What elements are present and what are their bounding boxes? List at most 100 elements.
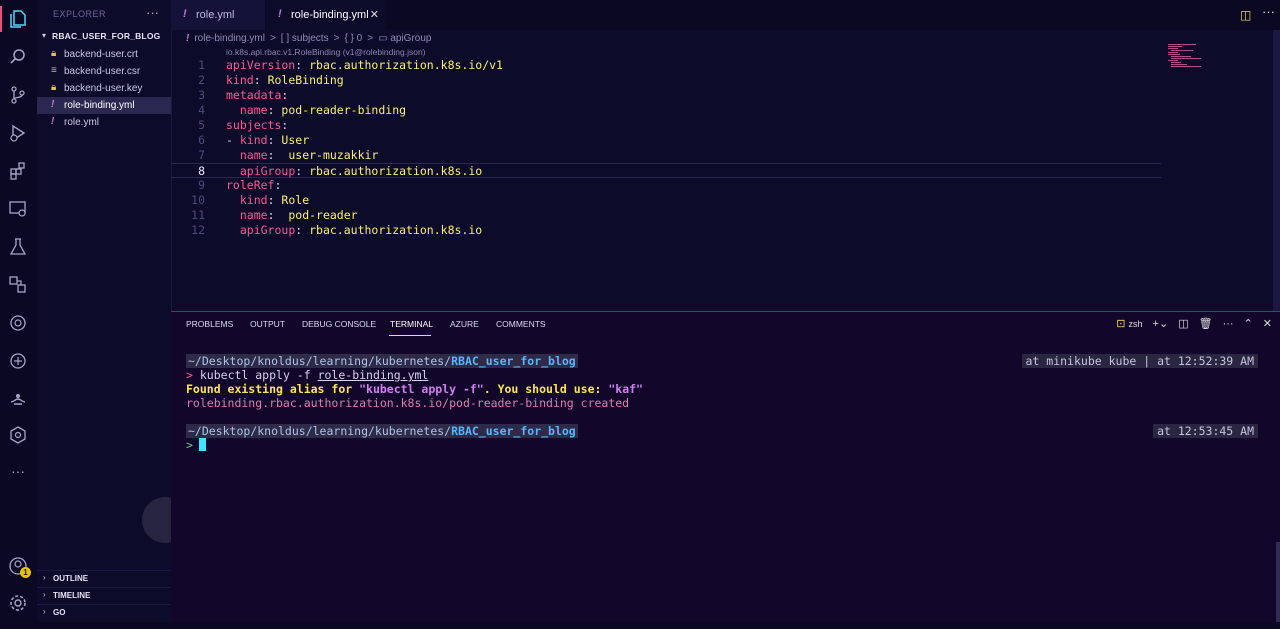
containers-icon[interactable]: [7, 274, 29, 296]
file-item-role-yml[interactable]: ! role.yml: [37, 114, 171, 131]
line-number: 2: [198, 73, 205, 87]
remote-explorer-icon[interactable]: [7, 198, 29, 220]
tab-label: role-binding.yml: [291, 9, 369, 21]
status-bar: [0, 622, 1280, 628]
code-line[interactable]: 3 metadata:: [171, 88, 1161, 103]
breadcrumb-subjects[interactable]: [ ] subjects: [281, 33, 329, 44]
line-number: 1: [198, 58, 205, 72]
schema-codelens[interactable]: io.k8s.api.rbac.v1.RoleBinding (v1@roleb…: [226, 47, 426, 57]
tab-azure[interactable]: AZURE: [450, 319, 479, 329]
yaml-key: kind: [239, 133, 268, 147]
code-line[interactable]: 2 kind: RoleBinding: [171, 73, 1161, 88]
tab-problems[interactable]: PROBLEMS: [186, 319, 233, 329]
tab-terminal[interactable]: TERMINAL: [390, 319, 433, 329]
terminal-scrollbar[interactable]: [1276, 542, 1280, 628]
file-item-backend-user-csr[interactable]: ≡ backend-user.csr: [37, 63, 171, 80]
line-content: name: pod-reader-binding: [226, 103, 406, 117]
line-number: 5: [198, 118, 205, 132]
more-icon[interactable]: ···: [7, 460, 29, 482]
minimap[interactable]: [1168, 44, 1208, 72]
lines-icon: ≡: [51, 65, 57, 76]
yaml-val: rbac.authorization.k8s.io: [309, 164, 483, 178]
openai-icon[interactable]: [7, 312, 29, 334]
yaml-key: name: [239, 208, 268, 222]
code-line[interactable]: 7 name: user-muzakkir: [171, 148, 1161, 163]
tab-role-binding-yml[interactable]: ! role-binding.yml ✕: [266, 0, 386, 30]
files-icon[interactable]: [7, 8, 29, 30]
terminal-shell[interactable]: ⊡ zsh: [1116, 317, 1142, 330]
tab-label: role.yml: [196, 9, 235, 21]
breadcrumb-apigroup[interactable]: ▭ apiGroup: [378, 33, 431, 44]
go-section[interactable]: › GO: [37, 604, 171, 621]
search-icon[interactable]: [7, 46, 29, 68]
breadcrumb-file[interactable]: role-binding.yml: [194, 33, 265, 44]
testing-icon[interactable]: [7, 236, 29, 258]
yaml-key: roleRef: [226, 178, 275, 192]
yaml-val: User: [281, 133, 310, 147]
file-item-role-binding-yml[interactable]: ! role-binding.yml: [37, 97, 171, 114]
chevron-up-icon[interactable]: ⌃: [1244, 317, 1253, 330]
yaml-key: name: [239, 103, 268, 117]
genie-icon[interactable]: [7, 388, 29, 410]
minimap-line: [1171, 50, 1193, 51]
explorer-title: EXPLORER: [53, 9, 107, 19]
kubernetes-icon[interactable]: [7, 424, 29, 446]
code-line[interactable]: 4 name: pod-reader-binding: [171, 103, 1161, 118]
timeline-section[interactable]: › TIMELINE: [37, 587, 171, 604]
prompt-path: ~/Desktop/knoldus/learning/kubernetes/RB…: [186, 424, 578, 438]
alias-warning: Found existing alias for "kubectl apply …: [186, 382, 643, 396]
extensions-icon[interactable]: [7, 160, 29, 182]
code-line[interactable]: 12 apiGroup: rbac.authorization.k8s.io: [171, 223, 1161, 238]
new-terminal-icon[interactable]: +⌄: [1153, 317, 1169, 330]
run-debug-icon[interactable]: [7, 122, 29, 144]
trash-icon[interactable]: 🗑︎: [1199, 317, 1213, 330]
yaml-sep: :: [267, 133, 282, 147]
terminal-cursor[interactable]: [199, 438, 206, 451]
yaml-sep: :: [295, 223, 310, 237]
code-line[interactable]: 11 name: pod-reader: [171, 208, 1161, 223]
chevron-right-icon: ›: [43, 607, 46, 616]
more-icon[interactable]: ···: [1223, 318, 1234, 330]
yaml-key: metadata: [226, 88, 282, 102]
right-prompt-2: at 12:53:45 AM: [1153, 424, 1258, 438]
yaml-key: subjects: [226, 118, 282, 132]
outline-section[interactable]: › OUTLINE: [37, 570, 171, 587]
source-control-icon[interactable]: [7, 84, 29, 106]
yaml-val: RoleBinding: [267, 73, 344, 87]
line-content: name: user-muzakkir: [226, 148, 379, 162]
code-editor[interactable]: 1 apiVersion: rbac.authorization.k8s.io/v…: [171, 58, 1280, 310]
prompt-path: ~/Desktop/knoldus/learning/kubernetes/RB…: [186, 354, 578, 368]
line-content: - kind: User: [226, 133, 309, 147]
yaml-dash: -: [226, 133, 240, 147]
tab-comments[interactable]: COMMENTS: [496, 319, 546, 329]
close-icon[interactable]: ✕: [1263, 317, 1272, 330]
tab-role-yml[interactable]: ! role.yml: [171, 0, 265, 30]
code-line[interactable]: 6 - kind: User: [171, 133, 1161, 148]
folder-row[interactable]: ▾ RBAC_USER_FOR_BLOG: [37, 30, 171, 44]
breadcrumb-index[interactable]: { } 0: [344, 33, 362, 44]
close-icon[interactable]: ✕: [370, 8, 379, 21]
code-line[interactable]: 10 kind: Role: [171, 193, 1161, 208]
split-editor-icon[interactable]: ◫: [1240, 8, 1251, 22]
settings-icon[interactable]: [7, 592, 29, 614]
file-name: backend-user.crt: [64, 49, 138, 60]
tab-output[interactable]: OUTPUT: [250, 319, 285, 329]
file-item-backend-user-crt[interactable]: 🔒︎ backend-user.crt: [37, 46, 171, 63]
editor-more-icon[interactable]: ···: [1262, 4, 1275, 19]
chatgpt-icon[interactable]: [7, 350, 29, 372]
line-content: kind: RoleBinding: [226, 73, 344, 87]
line-content: kind: Role: [226, 193, 309, 207]
code-line[interactable]: 8 apiGroup: rbac.authorization.k8s.io: [171, 163, 1161, 178]
file-item-backend-user-key[interactable]: 🔒︎ backend-user.key: [37, 80, 171, 97]
editor-scrollbar[interactable]: [1273, 30, 1280, 312]
code-line[interactable]: 5 subjects:: [171, 118, 1161, 133]
yaml-key: apiVersion: [226, 58, 296, 72]
code-line[interactable]: 1 apiVersion: rbac.authorization.k8s.io/v…: [171, 58, 1161, 73]
code-line[interactable]: 9 roleRef:: [171, 178, 1161, 193]
yaml-sep: :: [267, 148, 289, 162]
yaml-indent: [226, 148, 240, 162]
tab-debug-console[interactable]: DEBUG CONSOLE: [302, 319, 376, 329]
split-terminal-icon[interactable]: ◫: [1178, 317, 1188, 330]
minimap-line: [1171, 56, 1191, 57]
explorer-more-icon[interactable]: ···: [146, 5, 159, 20]
